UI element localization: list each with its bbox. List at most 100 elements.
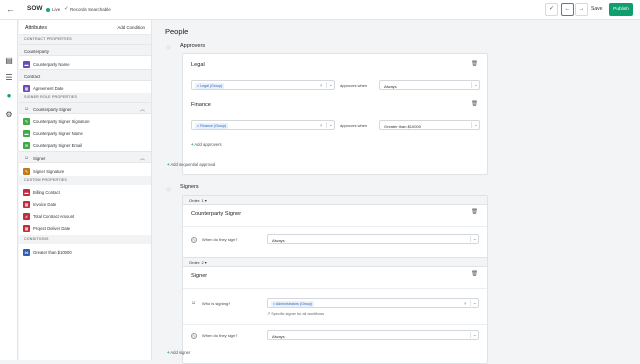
date-field-icon: ▦ (23, 200, 30, 208)
list-icon[interactable]: ☰ (4, 73, 14, 83)
status-label: Live (52, 6, 61, 12)
section-contract-properties: CONTRACT PROPERTIES (19, 35, 151, 44)
clear-icon[interactable]: × (464, 301, 466, 306)
select-value: Always (384, 83, 397, 89)
section-conditions: CONDITIONS (19, 235, 151, 244)
signature-icon: ✎ (23, 117, 30, 125)
condition-greater-than[interactable]: ⋈ Greater than $10000 (19, 247, 151, 257)
searchable-label: Records Searchable (70, 6, 111, 12)
group-counterparty[interactable]: Counterparty (19, 44, 151, 56)
divider (183, 324, 487, 325)
add-sequential-link[interactable]: + Add sequential approval (167, 162, 215, 167)
trash-icon[interactable]: 🗑 (471, 61, 478, 67)
chevron-up-icon[interactable]: ︿ (140, 155, 145, 162)
chevron-down-icon[interactable]: ⌄ (326, 82, 333, 88)
chevron-down-icon[interactable]: ⌄ (326, 122, 333, 128)
save-button[interactable]: Save (591, 6, 602, 12)
attribute-label: Billing Contact (33, 189, 60, 195)
select-value: Greater than $10000 (384, 123, 421, 129)
order-2-header[interactable]: Order: 2 ▾ (183, 258, 487, 267)
approvers-heading: Approvers (180, 43, 206, 49)
chevron-down-icon[interactable]: ⌄ (470, 236, 477, 242)
attribute-project-deliver-date[interactable]: ▦ Project Deliver Date (19, 223, 151, 233)
approves-when-label: approves when (340, 83, 368, 88)
back-arrow-icon[interactable]: ← (6, 4, 15, 14)
attribute-cp-signer-email[interactable]: ✉ Counterparty Signer Email (19, 140, 151, 150)
tag-chip: × Administrators (Group) (271, 300, 315, 307)
add-signer-link[interactable]: + Add signer (167, 350, 190, 355)
people-icon[interactable]: ● (4, 91, 14, 101)
arrow-icon: ↗ (267, 312, 271, 316)
step-dot (166, 187, 171, 192)
order-label: Order: 1 (189, 198, 204, 203)
live-status-dot (46, 7, 50, 12)
group-label: Contract (24, 73, 41, 79)
document-icon[interactable]: ▤ (4, 56, 14, 66)
chevron-down-icon[interactable]: ⌄ (470, 300, 477, 306)
chevron-down-icon[interactable]: ⌄ (471, 82, 478, 88)
signer-when-select[interactable]: Always ⌄ (267, 330, 479, 340)
trash-icon[interactable]: 🗑 (471, 101, 478, 107)
add-approver-link[interactable]: + Add approvers (191, 142, 222, 147)
attribute-total-contract-amount[interactable]: # Total Contract Amount (19, 211, 151, 221)
group-signer[interactable]: ☺ Signer ︿ (19, 151, 151, 163)
attribute-cp-signer-signature[interactable]: ✎ Counterparty Signer Signature (19, 116, 151, 126)
when-sign-label: When do they sign? (202, 237, 238, 242)
add-condition-button[interactable]: Add Condition (117, 25, 145, 30)
clear-icon[interactable]: × (320, 83, 322, 88)
document-title: SOW (27, 5, 43, 12)
trash-icon[interactable]: 🗑 (471, 209, 478, 215)
attribute-billing-contact[interactable]: ▬ Billing Contact (19, 187, 151, 197)
counterparty-when-select[interactable]: Always ⌄ (267, 234, 479, 244)
gear-icon[interactable]: ⚙ (4, 110, 14, 120)
redo-button[interactable]: → (575, 3, 588, 16)
finance-approver-select[interactable]: × Finance (Group) × ⌄ (191, 120, 335, 130)
check-button[interactable]: ✓ (545, 3, 558, 16)
legal-condition-select[interactable]: Always ⌄ (379, 80, 480, 90)
attribute-label: Total Contract Amount (33, 213, 75, 219)
chevron-down-icon[interactable]: ⌄ (470, 332, 477, 338)
divider (183, 226, 487, 227)
chevron-up-icon[interactable]: ︿ (140, 106, 145, 113)
add-sequential-label: Add sequential approval (170, 162, 216, 167)
attribute-label: Greater than $10000 (33, 249, 72, 255)
group-counterparty-signer[interactable]: ☺ Counterparty Signer ︿ (19, 102, 151, 114)
signer-title: Signer (191, 273, 208, 279)
group-label: Counterparty (24, 48, 49, 54)
attribute-label: Counterparty Name (33, 61, 70, 67)
clear-icon[interactable]: × (320, 123, 322, 128)
email-icon: ✉ (23, 141, 30, 149)
attribute-label: Counterparty Signer Name (33, 130, 83, 136)
attribute-counterparty-name[interactable]: ▬ Counterparty Name (19, 59, 151, 69)
attribute-signer-signature[interactable]: ✎ Signer Signature (19, 166, 151, 176)
specific-signer-hint[interactable]: ↗ Specific signer for all workflows (267, 311, 324, 316)
order-1-header[interactable]: Order: 1 ▾ (183, 196, 487, 205)
trash-icon[interactable]: 🗑 (471, 271, 478, 277)
section-signer-role-properties: SIGNER ROLE PROPERTIES (19, 93, 151, 102)
undo-button[interactable]: ← (561, 3, 574, 16)
add-approver-label: Add approvers (194, 142, 222, 147)
person-icon: ☺ (191, 300, 197, 306)
publish-button[interactable]: Publish (609, 3, 633, 16)
chevron-down-icon[interactable]: ⌄ (471, 122, 478, 128)
attribute-cp-signer-name[interactable]: ▬ Counterparty Signer Name (19, 128, 151, 138)
attribute-label: Project Deliver Date (33, 225, 71, 231)
legal-title: Legal (191, 62, 205, 68)
attribute-label: Counterparty Signer Signature (33, 118, 90, 124)
date-field-icon: ▦ (23, 84, 30, 92)
clock-icon: ◷ (191, 237, 197, 243)
number-field-icon: # (23, 212, 30, 220)
section-custom-properties: CUSTOM PROPERTIES (19, 176, 151, 185)
legal-approver-select[interactable]: × Legal (Group) × ⌄ (191, 80, 335, 90)
text-field-icon: ▬ (23, 188, 30, 196)
attribute-agreement-date[interactable]: ▦ Agreement Date (19, 83, 151, 93)
panel-header: Attributes Add Condition (19, 20, 151, 35)
finance-condition-select[interactable]: Greater than $10000 ⌄ (379, 120, 480, 130)
add-signer-label: Add signer (170, 350, 191, 355)
main-content: People Approvers Legal 🗑 × Legal (Group)… (155, 20, 640, 364)
check-icon: ✓ (64, 5, 69, 12)
group-contract[interactable]: Contract (19, 69, 151, 81)
order-label: Order: 2 (189, 260, 204, 265)
who-signing-select[interactable]: × Administrators (Group) × ⌄ (267, 298, 479, 308)
attribute-invoice-date[interactable]: ▦ Invoice Date (19, 199, 151, 209)
